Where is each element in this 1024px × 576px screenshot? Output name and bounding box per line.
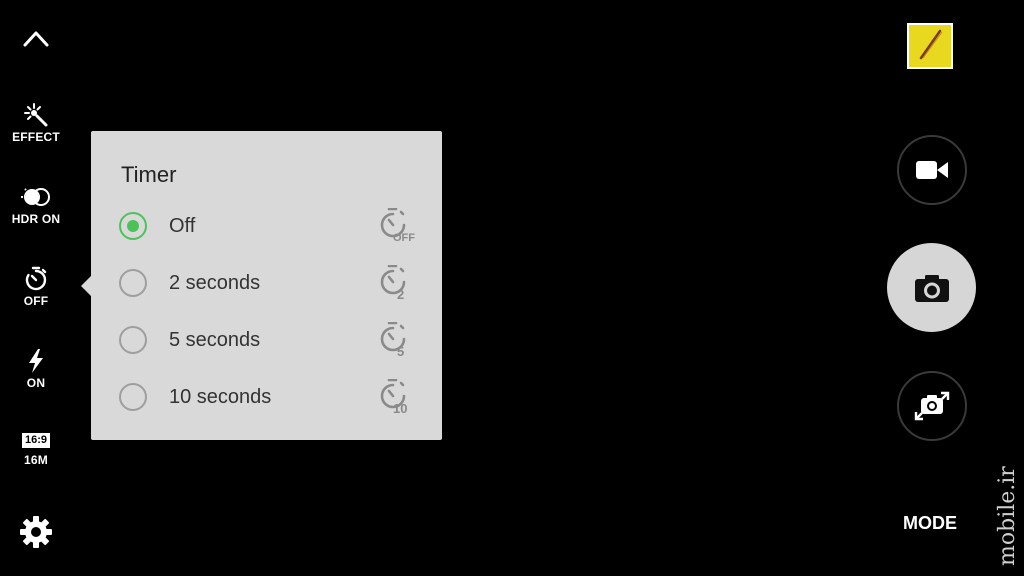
radio-unselected[interactable] [119,269,147,297]
radio-unselected[interactable] [119,383,147,411]
timer-icon-caption: OFF [393,232,415,244]
timer-off-icon: OFF [377,208,421,248]
pen-thumbnail-icon [919,29,943,60]
radio-unselected[interactable] [119,326,147,354]
option-label: 5 seconds [169,329,261,351]
switch-camera-button[interactable] [897,371,967,441]
watermark-text: mobile.ir [995,466,1020,566]
option-label: 2 seconds [169,272,261,294]
hdr-icon [21,188,50,206]
timer-5s-icon: 5 [377,322,421,362]
timer-option-2s[interactable]: 2 seconds 2 [119,265,419,305]
settings-button[interactable] [0,515,72,549]
effect-label: EFFECT [12,130,60,144]
video-camera-icon [916,161,948,179]
timer-10s-icon: 10 [377,379,421,419]
shutter-button[interactable] [887,243,976,332]
chevron-up-icon [23,31,49,47]
timer-icon-caption: 10 [393,401,408,416]
flash-icon [29,349,43,373]
timer-popup: Timer Off OFF 2 seconds 2 5 seconds 5 10… [91,131,442,440]
gallery-thumbnail[interactable] [907,23,953,69]
hdr-button[interactable]: HDR ON [0,184,72,226]
switch-camera-icon [914,391,950,421]
watermark: mobile.ir [987,466,1024,568]
picture-size-button[interactable]: 16:9 16M [0,433,72,467]
timer-icon [25,266,47,291]
picture-size-label: 16M [24,453,48,467]
aspect-ratio-badge: 16:9 [21,433,51,448]
timer-option-off[interactable]: Off OFF [119,208,419,248]
option-label: Off [169,215,196,237]
popup-pointer [81,276,91,296]
collapse-button[interactable] [0,26,72,50]
timer-label: OFF [23,294,49,308]
radio-selected[interactable] [119,212,147,240]
timer-option-10s[interactable]: 10 seconds 10 [119,379,419,419]
timer-option-5s[interactable]: 5 seconds 5 [119,322,419,362]
timer-button[interactable]: OFF [0,266,72,308]
effect-wand-icon [24,103,48,127]
timer-icon-caption: 2 [397,287,405,302]
gear-icon [20,516,52,548]
timer-icon-caption: 5 [397,344,405,359]
timer-2s-icon: 2 [377,265,421,305]
option-label: 10 seconds [169,386,272,408]
mode-button[interactable]: MODE [903,513,957,534]
record-video-button[interactable] [897,135,967,205]
camera-icon [914,274,949,302]
flash-button[interactable]: ON [0,348,72,390]
popup-title: Timer [121,162,177,187]
effect-button[interactable]: EFFECT [0,102,72,144]
flash-label: ON [26,376,46,390]
hdr-label: HDR ON [11,212,61,226]
